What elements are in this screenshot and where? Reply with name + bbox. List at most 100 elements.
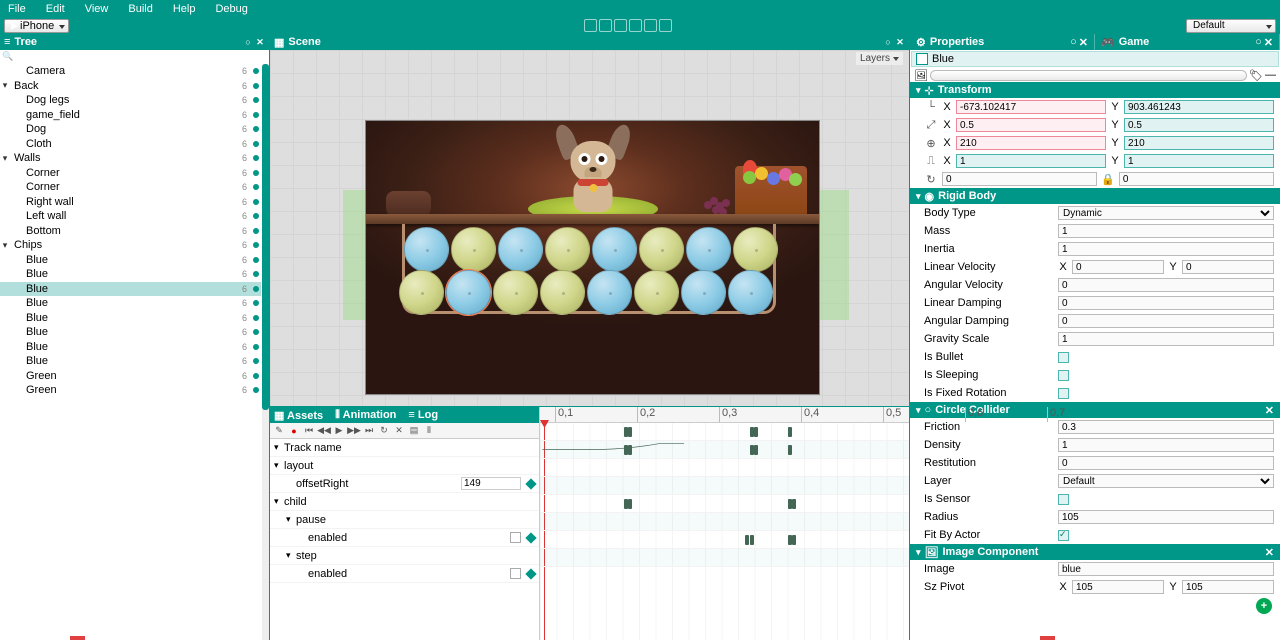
tree-item-blue[interactable]: Blue6 bbox=[0, 282, 261, 297]
angdamp-input[interactable] bbox=[1058, 314, 1274, 328]
section-imagecomponent[interactable]: ▾🖼 Image Component✕ bbox=[910, 544, 1280, 560]
close-icon[interactable]: ✕ bbox=[895, 37, 905, 47]
pivot-y-input[interactable] bbox=[1124, 154, 1274, 168]
prev-frame-icon[interactable]: ◀◀ bbox=[318, 425, 330, 437]
rot2-input[interactable] bbox=[1119, 172, 1274, 186]
gravity-input[interactable] bbox=[1058, 332, 1274, 346]
tab-log[interactable]: ≡ Log bbox=[408, 409, 438, 421]
size-x-input[interactable] bbox=[956, 136, 1106, 150]
pos-y-input[interactable] bbox=[1124, 100, 1274, 114]
tab-assets[interactable]: ▦ Assets bbox=[274, 409, 323, 422]
layer-select[interactable]: Default bbox=[1058, 474, 1274, 488]
menu-file[interactable]: File bbox=[8, 3, 26, 15]
play-icon[interactable]: ▶ bbox=[333, 425, 345, 437]
pivot-x-input[interactable] bbox=[956, 154, 1106, 168]
tab-animation[interactable]: ⦀ Animation bbox=[335, 409, 396, 422]
tree-item-cloth[interactable]: Cloth6 bbox=[0, 137, 261, 152]
szpivot-x-input[interactable] bbox=[1072, 580, 1164, 594]
minimize-icon[interactable]: ○ bbox=[243, 37, 253, 47]
link-icon[interactable]: 🖼 bbox=[914, 69, 928, 82]
curves-icon[interactable]: ✕ bbox=[393, 425, 405, 437]
tree-item-left-wall[interactable]: Left wall6 bbox=[0, 209, 261, 224]
tree-item-bottom[interactable]: Bottom6 bbox=[0, 224, 261, 239]
tree-item-blue[interactable]: Blue6 bbox=[0, 340, 261, 355]
tree-item-corner[interactable]: Corner6 bbox=[0, 166, 261, 181]
tree-item-game_field[interactable]: game_field6 bbox=[0, 108, 261, 123]
tool-scale-icon[interactable] bbox=[629, 19, 642, 32]
tree-item-blue[interactable]: Blue6 bbox=[0, 354, 261, 369]
close-icon[interactable]: ✕ bbox=[255, 37, 265, 47]
angvel-input[interactable] bbox=[1058, 278, 1274, 292]
object-name-field[interactable]: Blue bbox=[911, 51, 1279, 67]
add-component-button[interactable]: + bbox=[1256, 598, 1272, 614]
tree-item-walls[interactable]: ▾Walls6 bbox=[0, 151, 261, 166]
track-enabled[interactable]: enabled bbox=[270, 565, 539, 583]
layers-dropdown[interactable]: Layers bbox=[856, 52, 903, 65]
chip-blue[interactable] bbox=[498, 227, 543, 272]
record-icon[interactable]: ● bbox=[288, 425, 300, 437]
track-step[interactable]: ▾step bbox=[270, 547, 539, 565]
tree-item-back[interactable]: ▾Back6 bbox=[0, 79, 261, 94]
mass-input[interactable] bbox=[1058, 224, 1274, 238]
tree-item-chips[interactable]: ▾Chips6 bbox=[0, 238, 261, 253]
chip-blue[interactable] bbox=[404, 227, 449, 272]
tree-item-blue[interactable]: Blue6 bbox=[0, 253, 261, 268]
image-input[interactable] bbox=[1058, 562, 1274, 576]
options-icon[interactable]: ⦀ bbox=[423, 425, 435, 437]
chip-blue[interactable] bbox=[592, 227, 637, 272]
linvel-y-input[interactable] bbox=[1182, 260, 1274, 274]
tab-game[interactable]: 🎮 Game○✕ bbox=[1095, 34, 1280, 50]
inertia-input[interactable] bbox=[1058, 242, 1274, 256]
section-transform[interactable]: ▾⊹ Transform bbox=[910, 82, 1280, 98]
tree-item-corner[interactable]: Corner6 bbox=[0, 180, 261, 195]
chip-blue[interactable] bbox=[446, 270, 491, 315]
tree-item-blue[interactable]: Blue6 bbox=[0, 311, 261, 326]
timeline[interactable]: 0,10,20,30,40,50,60,7 bbox=[540, 407, 909, 640]
chip-blue[interactable] bbox=[681, 270, 726, 315]
menu-edit[interactable]: Edit bbox=[46, 3, 65, 15]
pos-x-input[interactable] bbox=[956, 100, 1106, 114]
goto-start-icon[interactable]: ⏮ bbox=[303, 425, 315, 437]
remove-component-icon[interactable]: ✕ bbox=[1265, 546, 1274, 559]
track-child[interactable]: ▾child bbox=[270, 493, 539, 511]
linvel-x-input[interactable] bbox=[1072, 260, 1164, 274]
tool-move-icon[interactable] bbox=[599, 19, 612, 32]
tree-item-dog[interactable]: Dog6 bbox=[0, 122, 261, 137]
menu-build[interactable]: Build bbox=[128, 3, 152, 15]
minimize-icon[interactable]: ○ bbox=[883, 37, 893, 47]
tag-icon[interactable]: 🏷 bbox=[1249, 69, 1263, 82]
tree-item-green[interactable]: Green6 bbox=[0, 383, 261, 398]
edit-icon[interactable]: ✎ bbox=[273, 425, 285, 437]
chip-green[interactable] bbox=[493, 270, 538, 315]
chip-blue[interactable] bbox=[686, 227, 731, 272]
issleeping-checkbox[interactable] bbox=[1058, 370, 1069, 381]
isfixed-checkbox[interactable] bbox=[1058, 388, 1069, 399]
chip-green[interactable] bbox=[639, 227, 684, 272]
track-offsetRight[interactable]: offsetRight bbox=[270, 475, 539, 493]
tree-item-blue[interactable]: Blue6 bbox=[0, 325, 261, 340]
chip-green[interactable] bbox=[545, 227, 590, 272]
tree-item-dog-legs[interactable]: Dog legs6 bbox=[0, 93, 261, 108]
layout-preset-dropdown[interactable]: Default bbox=[1186, 19, 1276, 33]
issensor-checkbox[interactable] bbox=[1058, 494, 1069, 505]
tree-item-right-wall[interactable]: Right wall6 bbox=[0, 195, 261, 210]
chip-blue[interactable] bbox=[587, 270, 632, 315]
tool-rect-icon[interactable] bbox=[644, 19, 657, 32]
chip-blue[interactable] bbox=[728, 270, 773, 315]
bodytype-select[interactable]: Dynamic bbox=[1058, 206, 1274, 220]
snap-icon[interactable]: ▤ bbox=[408, 425, 420, 437]
scale-x-input[interactable] bbox=[956, 118, 1106, 132]
radius-input[interactable] bbox=[1058, 510, 1274, 524]
section-rigidbody[interactable]: ▾◉ Rigid Body bbox=[910, 188, 1280, 204]
track-layout[interactable]: ▾layout bbox=[270, 457, 539, 475]
density-input[interactable] bbox=[1058, 438, 1274, 452]
lock-icon[interactable]: 🔒 bbox=[1101, 173, 1115, 186]
loop-icon[interactable]: ↻ bbox=[378, 425, 390, 437]
scene-viewport[interactable]: Layers bbox=[270, 50, 909, 406]
chip-green[interactable] bbox=[733, 227, 778, 272]
chip-green[interactable] bbox=[540, 270, 585, 315]
remove-component-icon[interactable]: ✕ bbox=[1265, 404, 1274, 417]
next-frame-icon[interactable]: ▶▶ bbox=[348, 425, 360, 437]
tree-item-green[interactable]: Green6 bbox=[0, 369, 261, 384]
tool-search-icon[interactable] bbox=[584, 19, 597, 32]
